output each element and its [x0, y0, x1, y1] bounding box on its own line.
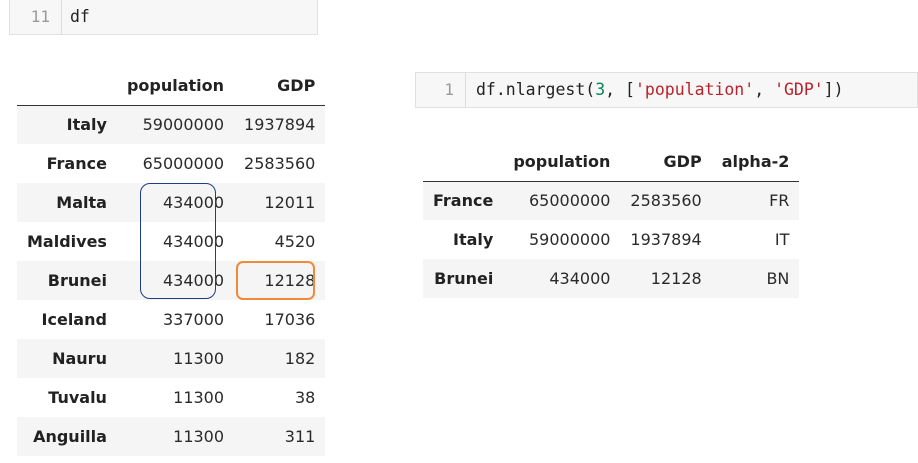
table-header-row: population GDP alpha-2 — [423, 142, 800, 182]
table-header-row: population GDP — [17, 66, 326, 106]
gdp-tiebreak-highlight — [236, 261, 315, 300]
code-text[interactable]: df — [70, 0, 90, 34]
row-index-label: Italy — [66, 115, 107, 135]
cell-gdp: 311 — [284, 427, 316, 446]
row-index-label: Anguilla — [33, 427, 107, 446]
index-header — [423, 142, 504, 182]
row-index-label: France — [433, 191, 494, 211]
cell-gdp: 4520 — [274, 232, 316, 251]
index-header — [17, 66, 117, 106]
column-header-gdp: GDP — [620, 142, 712, 182]
cell-gdp: 2583560 — [244, 154, 316, 173]
code-string-token: 'population' — [634, 80, 755, 99]
code-token: df.nlargest( — [476, 80, 596, 99]
cell-alpha-2: BN — [766, 269, 790, 288]
table-row: Italy 59000000 1937894 IT — [423, 220, 799, 259]
cell-gdp: 38 — [294, 388, 316, 407]
row-index-label: France — [46, 154, 107, 173]
table-row: Tuvalu 11300 38 — [17, 378, 325, 417]
row-index-label: Malta — [56, 193, 107, 212]
column-header-population: population — [503, 142, 621, 182]
cell-gdp: 1937894 — [244, 115, 316, 135]
cell-population: 11300 — [173, 388, 225, 407]
nlargest-output-table: population GDP alpha-2 France 65000000 258… — [423, 142, 800, 298]
tied-population-highlight — [140, 183, 216, 299]
line-number: 1 — [416, 73, 466, 107]
cell-gdp: 17036 — [264, 310, 316, 329]
column-header-gdp: GDP — [234, 66, 326, 106]
line-number: 11 — [10, 0, 62, 34]
cell-gdp: 2583560 — [630, 191, 702, 211]
row-index-label: Maldives — [27, 232, 107, 251]
column-header-population: population — [116, 66, 235, 106]
cell-population: 59000000 — [142, 115, 225, 135]
code-token: , [ — [605, 80, 635, 99]
cell-gdp: 1937894 — [630, 230, 702, 249]
code-string-token: 'GDP' — [774, 80, 824, 99]
cell-population: 59000000 — [528, 230, 611, 249]
code-cell-nlargest[interactable]: 1 df.nlargest(3, ['population', 'GDP']) — [415, 72, 918, 108]
row-index-label: Tuvalu — [48, 388, 107, 407]
cell-population: 11300 — [173, 349, 225, 368]
cell-gdp: 12128 — [650, 269, 702, 288]
table-row: Anguilla 11300 311 — [17, 417, 326, 456]
row-index-label: Nauru — [52, 349, 107, 368]
row-index-label: Brunei — [47, 271, 107, 290]
cell-population: 337000 — [162, 310, 225, 329]
cell-alpha-2: FR — [769, 191, 790, 211]
cell-gdp: 12011 — [264, 193, 316, 212]
code-number-token: 3 — [595, 80, 606, 99]
table-row: Brunei 434000 12128 BN — [423, 259, 800, 298]
code-token: , — [754, 80, 775, 99]
table-row: France 65000000 2583560 — [17, 144, 325, 183]
table-row: Italy 59000000 1937894 — [17, 105, 326, 144]
code-cell-df[interactable]: 11 df — [9, 0, 318, 35]
table-row: France 65000000 2583560 FR — [423, 181, 800, 220]
table-row: Nauru 11300 182 — [17, 339, 326, 378]
row-index-label: Brunei — [434, 269, 494, 288]
cell-population: 434000 — [549, 269, 611, 288]
cell-alpha-2: IT — [774, 230, 790, 249]
cell-population: 11300 — [173, 427, 225, 446]
code-token: ]) — [823, 80, 844, 99]
column-header-alpha-2: alpha-2 — [711, 142, 800, 182]
cell-population: 65000000 — [528, 191, 611, 211]
cell-gdp: 182 — [284, 349, 316, 368]
row-index-label: Italy — [453, 230, 494, 249]
cell-population: 65000000 — [142, 154, 225, 173]
row-index-label: Iceland — [41, 310, 107, 329]
code-text[interactable]: df.nlargest(3, ['population', 'GDP']) — [476, 73, 844, 107]
table-row: Iceland 337000 17036 — [17, 300, 325, 339]
